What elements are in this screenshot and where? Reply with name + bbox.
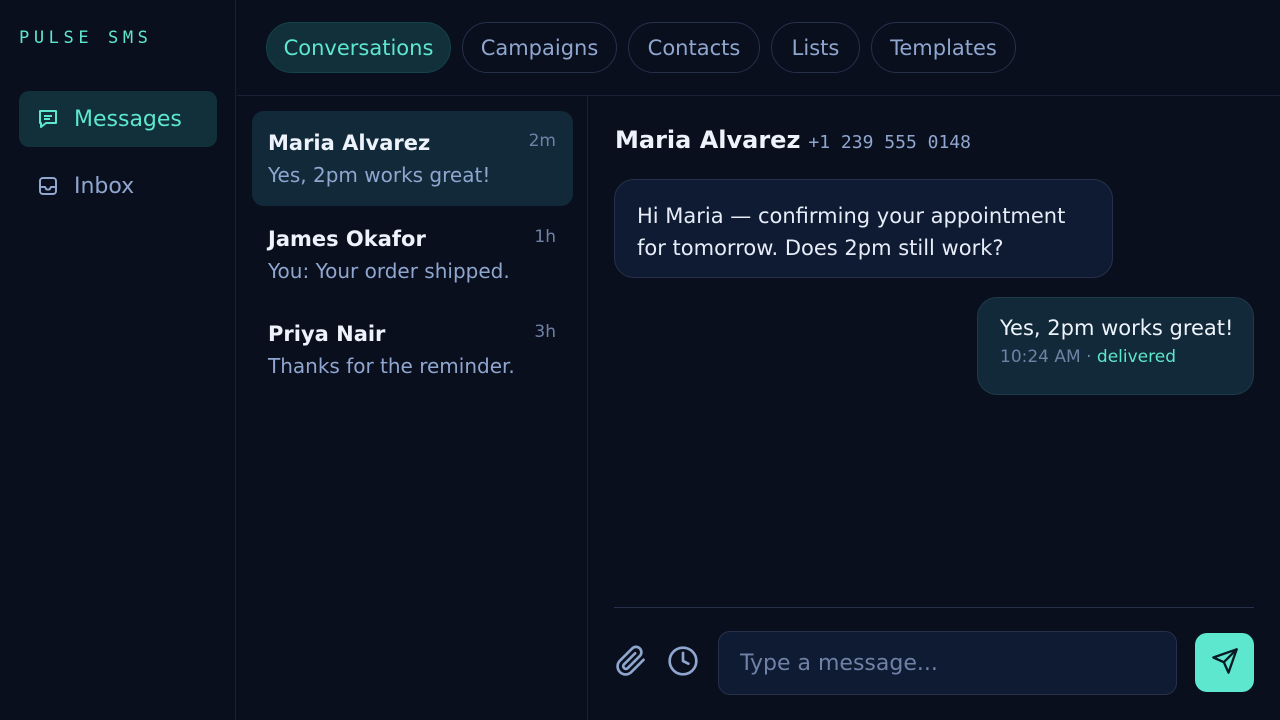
conversation-item-maria-alvarez[interactable]: Maria Alvarez Yes, 2pm works great! 2m bbox=[252, 111, 573, 206]
thread-header: Maria Alvarez +1 239 555 0148 bbox=[615, 126, 971, 154]
send-icon bbox=[1211, 647, 1239, 678]
message-thread: Maria Alvarez +1 239 555 0148 Hi Maria —… bbox=[589, 96, 1280, 720]
message-bubble-reply: Yes, 2pm works great! 10:24 AM · deliver… bbox=[977, 297, 1254, 395]
brand-logo: PULSE SMS bbox=[19, 28, 153, 48]
paperclip-icon[interactable] bbox=[614, 644, 648, 678]
timestamp: 2m bbox=[528, 131, 556, 151]
sidebar-item-inbox[interactable]: Inbox bbox=[19, 158, 217, 214]
timestamp: 3h bbox=[534, 322, 556, 342]
inbox-icon bbox=[37, 175, 59, 197]
conversation-item-priya-nair[interactable]: Priya Nair Thanks for the reminder. 3h bbox=[252, 302, 573, 397]
message-preview: Yes, 2pm works great! bbox=[268, 163, 491, 187]
tab-campaigns[interactable]: Campaigns bbox=[462, 22, 617, 73]
message-text: Hi Maria — confirming your appointment f… bbox=[637, 204, 1066, 260]
message-icon bbox=[37, 108, 59, 130]
clock-icon[interactable] bbox=[666, 644, 700, 678]
tab-lists[interactable]: Lists bbox=[771, 22, 860, 73]
tab-templates[interactable]: Templates bbox=[871, 22, 1016, 73]
send-button[interactable] bbox=[1195, 633, 1254, 692]
message-time: 10:24 AM bbox=[1000, 347, 1081, 367]
tab-conversations[interactable]: Conversations bbox=[266, 22, 451, 73]
tab-contacts[interactable]: Contacts bbox=[628, 22, 760, 73]
message-preview: Thanks for the reminder. bbox=[268, 354, 515, 378]
delivery-status: delivered bbox=[1096, 347, 1177, 367]
message-text: Yes, 2pm works great! bbox=[1000, 316, 1234, 340]
contact-name: James Okafor bbox=[268, 227, 426, 251]
conversation-item-james-okafor[interactable]: James Okafor You: Your order shipped. 1h bbox=[252, 207, 573, 302]
message-preview: You: Your order shipped. bbox=[268, 259, 510, 283]
message-bubble-sent: Hi Maria — confirming your appointment f… bbox=[614, 179, 1113, 278]
thread-contact-name: Maria Alvarez bbox=[615, 126, 801, 154]
sidebar-item-messages[interactable]: Messages bbox=[19, 91, 217, 147]
thread-phone-number: +1 239 555 0148 bbox=[808, 132, 971, 153]
sidebar-item-label: Inbox bbox=[74, 173, 135, 199]
meta-separator: · bbox=[1086, 347, 1092, 367]
message-meta: 10:24 AM · delivered bbox=[1000, 347, 1231, 367]
contact-name: Priya Nair bbox=[268, 322, 386, 346]
message-input[interactable] bbox=[718, 631, 1177, 695]
contact-name: Maria Alvarez bbox=[268, 131, 431, 155]
sidebar-item-label: Messages bbox=[74, 106, 182, 132]
top-tab-bar: Conversations Campaigns Contacts Lists T… bbox=[237, 0, 1280, 96]
sidebar: PULSE SMS Messages Inbox bbox=[0, 0, 236, 720]
conversation-list: Maria Alvarez Yes, 2pm works great! 2m J… bbox=[237, 96, 588, 720]
timestamp: 1h bbox=[534, 227, 556, 247]
message-composer bbox=[614, 607, 1254, 720]
